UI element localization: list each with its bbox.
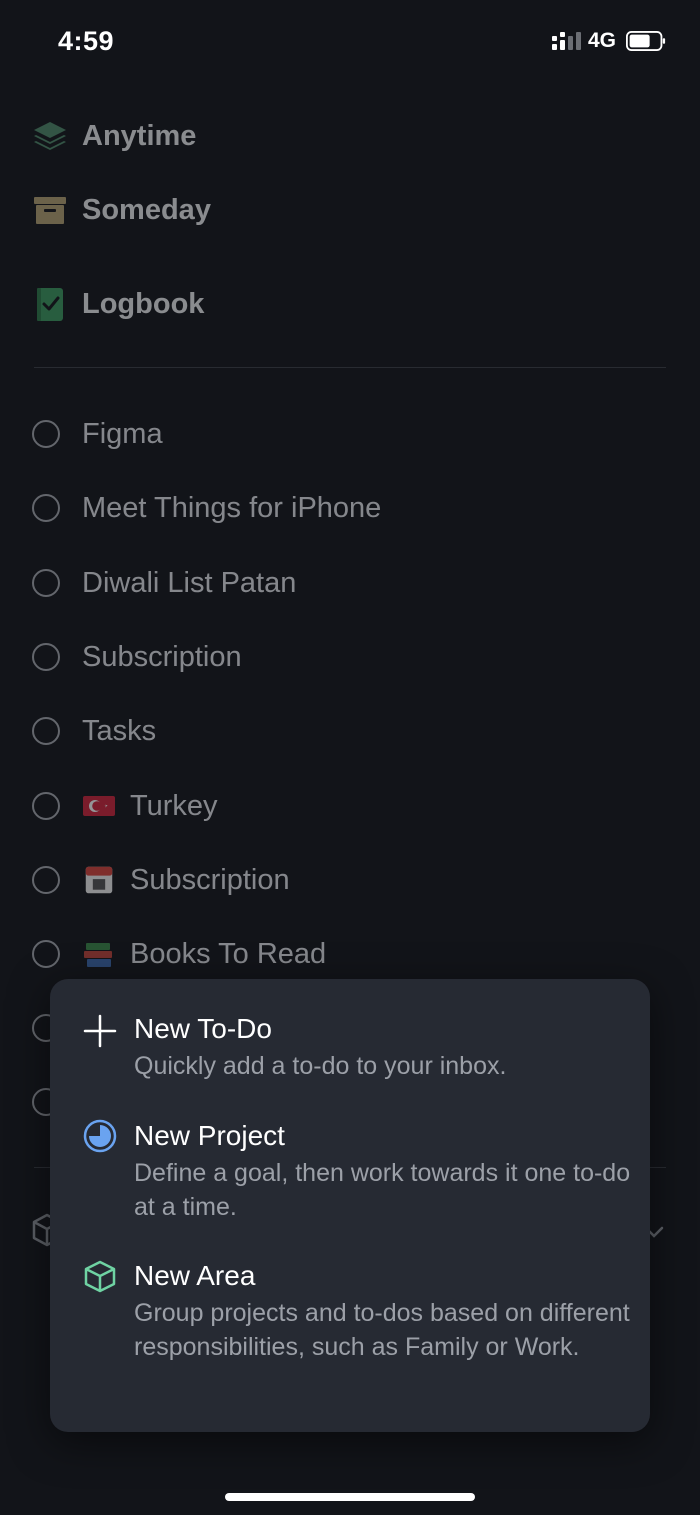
sidebar-item-anytime[interactable]: Anytime xyxy=(32,116,196,156)
menu-item-description: Define a goal, then work towards it one … xyxy=(134,1159,631,1221)
project-row[interactable]: Books To Read xyxy=(32,934,326,974)
project-progress-icon xyxy=(32,643,60,671)
menu-item-title: New To-Do xyxy=(134,1013,272,1044)
menu-item-description: Group projects and to-dos based on diffe… xyxy=(134,1299,630,1361)
turkey-flag-icon xyxy=(83,796,115,816)
status-bar: 4:59 4G xyxy=(0,0,700,84)
project-progress-icon xyxy=(32,792,60,820)
battery-icon xyxy=(626,31,666,51)
status-time: 4:59 xyxy=(58,26,115,56)
project-label: Diwali List Patan xyxy=(82,566,297,599)
project-progress-icon xyxy=(32,866,60,894)
project-row[interactable]: Subscription xyxy=(32,860,290,900)
cellular-signal-icon xyxy=(552,32,581,50)
new-area-option[interactable]: New Area Group projects and to-dos based… xyxy=(50,1256,650,1406)
network-type: 4G xyxy=(588,29,617,52)
project-label-group: Turkey xyxy=(82,790,218,823)
project-label: Tasks xyxy=(82,714,157,747)
area-cube-icon xyxy=(84,1260,116,1293)
home-indicator[interactable] xyxy=(225,1493,475,1501)
menu-item-title: New Area xyxy=(134,1260,256,1291)
plus-icon xyxy=(83,1014,117,1048)
project-label: Meet Things for iPhone xyxy=(82,491,382,524)
archive-box-icon xyxy=(34,197,66,224)
project-label: Subscription xyxy=(82,640,242,673)
layers-icon xyxy=(34,122,66,150)
project-pie-icon xyxy=(83,1119,117,1153)
project-progress-icon xyxy=(32,569,60,597)
sidebar-item-someday[interactable]: Someday xyxy=(32,190,211,230)
project-label: Books To Read xyxy=(130,937,327,970)
project-label: Figma xyxy=(82,417,163,450)
project-progress-icon xyxy=(32,940,60,968)
new-project-option[interactable]: New Project Define a goal, then work tow… xyxy=(50,1116,650,1226)
sidebar-item-label: Logbook xyxy=(82,287,205,320)
project-row[interactable]: Diwali List Patan xyxy=(32,563,296,603)
project-row[interactable]: Meet Things for iPhone xyxy=(32,488,381,528)
sidebar-item-label: Someday xyxy=(82,193,211,226)
calendar-icon xyxy=(85,866,113,894)
project-row[interactable]: Subscription xyxy=(32,637,242,677)
project-row[interactable]: Turkey xyxy=(32,786,218,826)
project-progress-icon xyxy=(32,420,60,448)
project-label: Subscription xyxy=(130,863,290,896)
sidebar-item-label: Anytime xyxy=(82,119,197,152)
books-icon xyxy=(84,943,112,967)
project-label-group: Books To Read xyxy=(82,938,326,971)
project-row[interactable]: Figma xyxy=(32,414,163,454)
logbook-icon xyxy=(37,288,63,321)
divider xyxy=(34,367,666,368)
sidebar-item-logbook[interactable]: Logbook xyxy=(32,284,204,324)
menu-item-title: New Project xyxy=(134,1120,285,1151)
project-label-group: Subscription xyxy=(82,864,290,897)
project-label: Turkey xyxy=(130,789,218,822)
new-todo-option[interactable]: New To-Do Quickly add a to-do to your in… xyxy=(50,1009,650,1089)
project-progress-icon xyxy=(32,717,60,745)
new-item-popup: New To-Do Quickly add a to-do to your in… xyxy=(50,979,650,1432)
project-progress-icon xyxy=(32,494,60,522)
menu-item-description: Quickly add a to-do to your inbox. xyxy=(134,1052,507,1080)
project-row[interactable]: Tasks xyxy=(32,711,156,751)
